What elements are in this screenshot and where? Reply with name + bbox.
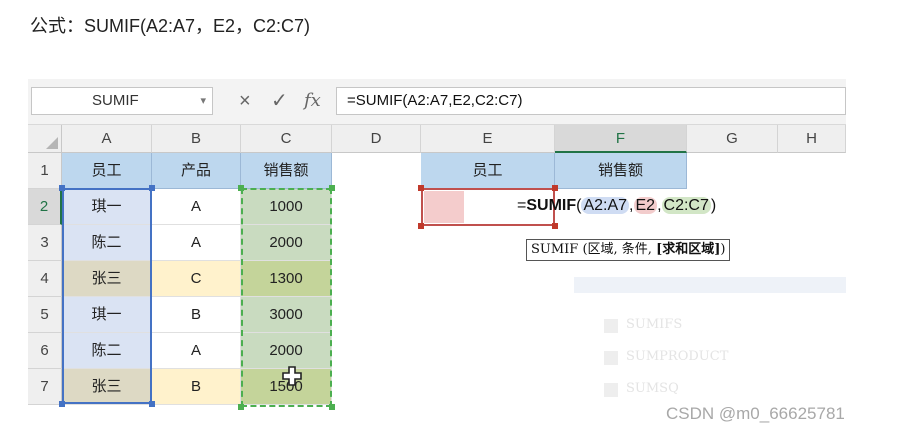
lookup-header-employee[interactable]: 员工 — [421, 153, 555, 189]
function-argument-tooltip: SUMIF (区域, 条件, [求和区域]) — [526, 239, 731, 261]
cancel-icon[interactable]: × — [239, 89, 251, 113]
formula-comma-1: , — [629, 197, 634, 214]
criteria-handle-top-right[interactable] — [552, 185, 558, 191]
table-cell-b4[interactable]: C — [152, 261, 241, 297]
watermark: CSDN @m0_66625781 — [666, 404, 845, 423]
faded-list-item: SUMIFS — [626, 317, 683, 332]
column-header-b[interactable]: B — [152, 125, 241, 153]
formula-arg-criteria: E2 — [633, 197, 658, 214]
column-header-h[interactable]: H — [778, 125, 846, 153]
column-header-f[interactable]: F — [555, 125, 687, 153]
enter-icon[interactable]: ✓ — [271, 89, 288, 113]
column-header-c[interactable]: C — [241, 125, 332, 153]
column-header-g[interactable]: G — [687, 125, 778, 153]
header-cell-sales[interactable]: 销售额 — [241, 153, 332, 189]
formula-function-name: SUMIF — [526, 197, 577, 214]
range-a-handle-top-right[interactable] — [149, 185, 155, 191]
function-icon — [604, 351, 618, 365]
column-header-e[interactable]: E — [421, 125, 555, 153]
cell-select-cursor-icon — [282, 366, 302, 386]
range-highlight-a2-a7 — [62, 188, 152, 404]
row-header-6[interactable]: 6 — [28, 333, 62, 369]
range-c-handle-bottom-left[interactable] — [238, 404, 244, 410]
lookup-header-sales[interactable]: 销售额 — [555, 153, 687, 189]
row-header-7[interactable]: 7 — [28, 369, 62, 405]
criteria-handle-bottom-right[interactable] — [552, 223, 558, 229]
name-box-value: SUMIF — [92, 92, 139, 109]
select-all-corner[interactable] — [28, 125, 62, 153]
faded-list-item: SUMPRODUCT — [626, 349, 729, 364]
table-cell-b7[interactable]: B — [152, 369, 241, 405]
formula-equals: = — [517, 197, 527, 214]
faded-list-item: SUMSQ — [626, 381, 679, 396]
row-header-4[interactable]: 4 — [28, 261, 62, 297]
column-header-d[interactable]: D — [332, 125, 421, 153]
table-cell-b3[interactable]: A — [152, 225, 241, 261]
in-cell-formula-editor[interactable]: =SUMIF(A2:A7, E2, C2:C7) — [517, 195, 716, 217]
table-cell-b5[interactable]: B — [152, 297, 241, 333]
tooltip-close: ) — [720, 242, 726, 257]
row-header-2[interactable]: 2 — [28, 189, 62, 225]
formula-close-paren: ) — [710, 197, 717, 214]
row-header-1[interactable]: 1 — [28, 153, 62, 189]
faded-list-bar — [574, 277, 846, 293]
range-a-handle-top-left[interactable] — [59, 185, 65, 191]
insert-function-icon[interactable]: fx — [304, 89, 321, 113]
criteria-handle-top-left[interactable] — [418, 185, 424, 191]
criteria-handle-bottom-left[interactable] — [418, 223, 424, 229]
tooltip-signature: SUMIF (区域, 条件, — [531, 242, 657, 257]
column-header-a[interactable]: A — [62, 125, 152, 153]
function-icon — [604, 383, 618, 397]
row-header-5[interactable]: 5 — [28, 297, 62, 333]
faded-autocomplete-list: SUMIFS SUMPRODUCT SUMSQ — [574, 277, 846, 412]
range-c-handle-top-right[interactable] — [329, 185, 335, 191]
formula-arg-sum-range: C2:C7 — [661, 197, 711, 214]
chevron-down-icon[interactable]: ▾ — [200, 88, 206, 114]
row-header-3[interactable]: 3 — [28, 225, 62, 261]
tooltip-current-arg: [求和区域] — [656, 242, 721, 257]
formula-bar-input[interactable]: =SUMIF(A2:A7,E2,C2:C7) — [336, 87, 846, 115]
range-a-handle-bottom-right[interactable] — [149, 401, 155, 407]
table-cell-b2[interactable]: A — [152, 189, 241, 225]
header-cell-employee[interactable]: 员工 — [62, 153, 152, 189]
header-cell-product[interactable]: 产品 — [152, 153, 241, 189]
select-all-triangle-icon — [46, 137, 58, 149]
formula-toolbar: SUMIF ▾ × ✓ fx =SUMIF(A2:A7,E2,C2:C7) — [28, 79, 846, 125]
range-c-handle-bottom-right[interactable] — [329, 404, 335, 410]
name-box[interactable]: SUMIF ▾ — [31, 87, 213, 115]
range-a-handle-bottom-left[interactable] — [59, 401, 65, 407]
formula-arg-range: A2:A7 — [581, 197, 630, 214]
table-cell-b6[interactable]: A — [152, 333, 241, 369]
function-icon — [604, 319, 618, 333]
formula-comma-2: , — [657, 197, 662, 214]
spreadsheet-window: SUMIF ▾ × ✓ fx =SUMIF(A2:A7,E2,C2:C7) A … — [28, 79, 846, 412]
range-c-handle-top-left[interactable] — [238, 185, 244, 191]
formula-caption: 公式：SUMIF(A2:A7，E2，C2:C7) — [30, 16, 311, 36]
